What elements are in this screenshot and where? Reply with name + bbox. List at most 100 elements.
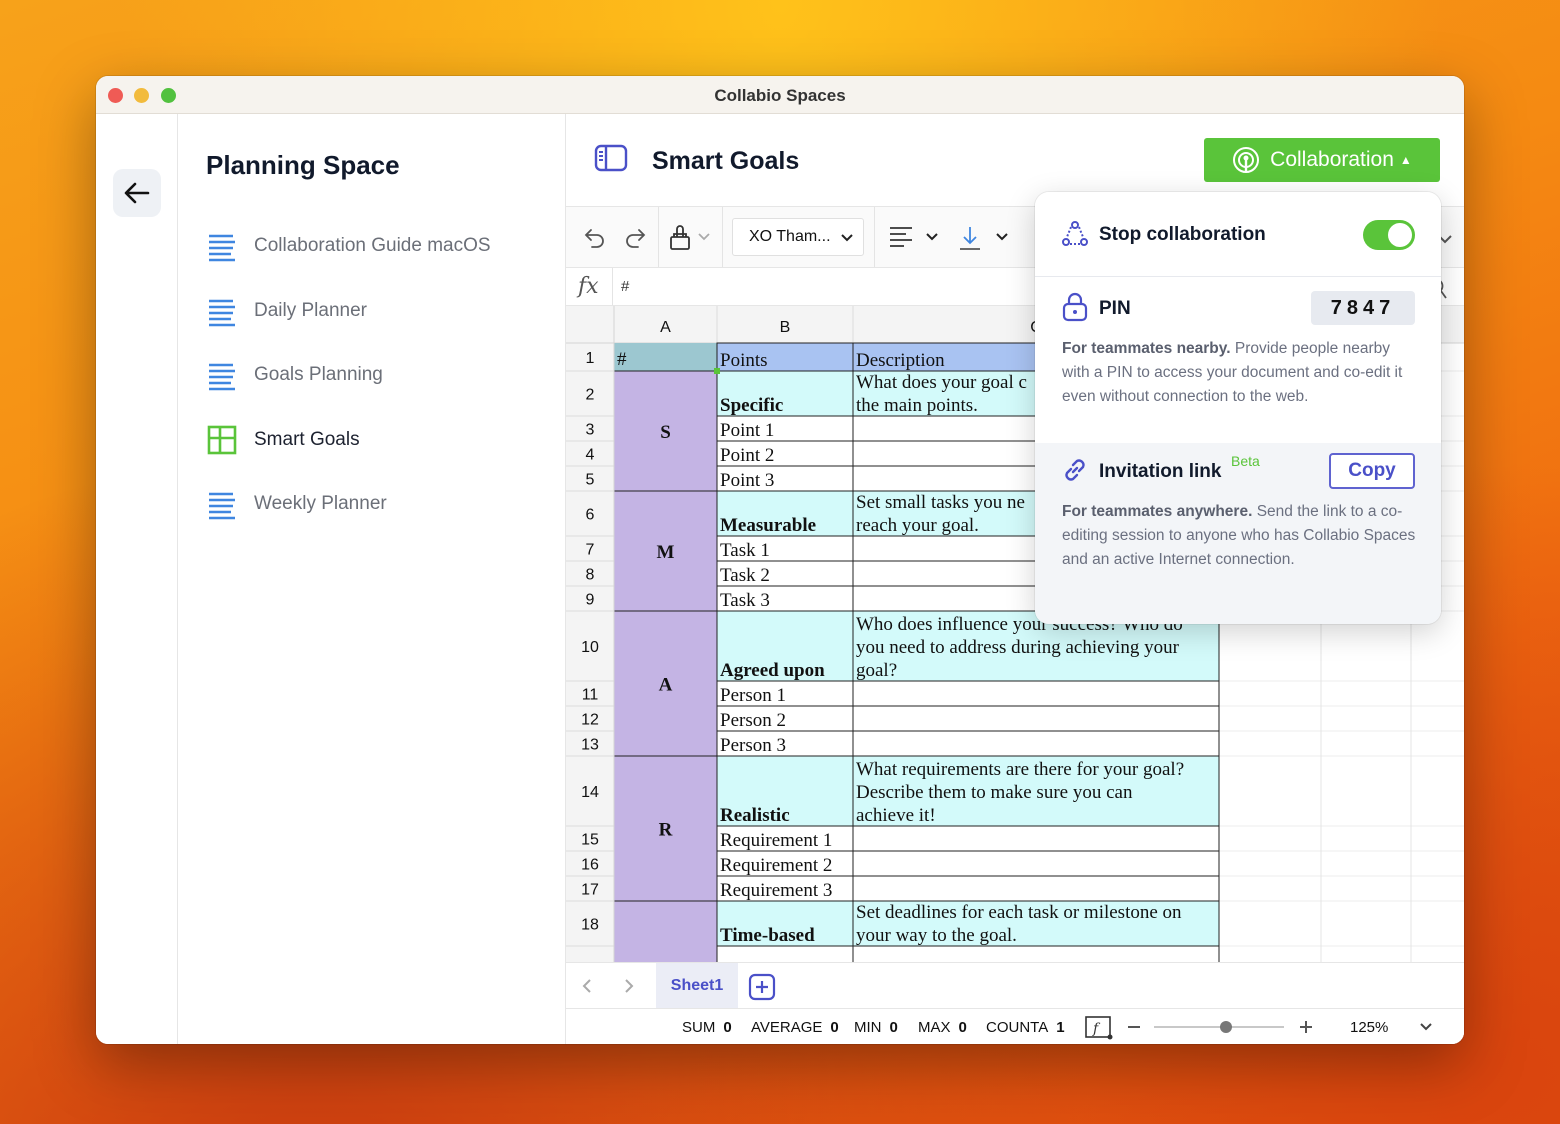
row-header-15: 15 bbox=[581, 832, 599, 849]
row-header-17: 17 bbox=[581, 882, 599, 899]
redo-icon[interactable] bbox=[624, 225, 648, 249]
sidebar-item-label: Collaboration Guide macOS bbox=[254, 235, 491, 256]
back-button[interactable] bbox=[113, 169, 161, 217]
sidebar-item-weekly-planner[interactable]: Weekly Planner bbox=[206, 486, 387, 522]
status-max: MAX 0 bbox=[918, 1019, 967, 1036]
sidebar-item-smart-goals[interactable]: Smart Goals bbox=[206, 422, 360, 458]
chevron-down-icon bbox=[841, 234, 853, 242]
row-header-2: 2 bbox=[586, 387, 595, 404]
cell-c6-text: Set small tasks you ne bbox=[856, 492, 1025, 513]
group-letter: S bbox=[660, 422, 671, 443]
font-select[interactable]: XO Tham... bbox=[732, 218, 864, 256]
cell-b11-text: Person 1 bbox=[720, 685, 786, 706]
svg-text:f: f bbox=[1092, 1021, 1101, 1037]
zoom-slider-knob[interactable] bbox=[1219, 1021, 1232, 1033]
chevron-left-icon[interactable] bbox=[582, 978, 592, 994]
row-header-14: 14 bbox=[581, 784, 599, 801]
stop-collaboration-toggle[interactable] bbox=[1363, 220, 1415, 250]
cell-c6-text: reach your goal. bbox=[856, 515, 979, 536]
cell-b1-text: Points bbox=[720, 350, 768, 371]
row-header-1: 1 bbox=[586, 350, 595, 367]
sidebar-item-collaboration-guide[interactable]: Collaboration Guide macOS bbox=[206, 228, 491, 264]
group-cell[interactable] bbox=[613, 900, 718, 964]
chevron-down-icon[interactable] bbox=[996, 233, 1008, 241]
undo-icon[interactable] bbox=[582, 225, 606, 249]
cell-c14-text: Describe them to make sure you can bbox=[856, 782, 1133, 803]
chevron-down-icon[interactable] bbox=[698, 233, 710, 241]
cell-c2-text: the main points. bbox=[856, 395, 978, 416]
stop-collaboration-title: Stop collaboration bbox=[1099, 224, 1266, 245]
cell-c18-text: Set deadlines for each task or milestone… bbox=[856, 902, 1182, 923]
pin-code: 7847 bbox=[1311, 291, 1415, 325]
formula-toggle-icon[interactable]: f bbox=[1084, 1015, 1114, 1041]
row-header-18: 18 bbox=[581, 917, 599, 934]
cell-c10-text: goal? bbox=[856, 660, 897, 681]
chevron-down-icon[interactable] bbox=[1420, 1023, 1432, 1031]
cell-b13-text: Person 3 bbox=[720, 735, 786, 756]
zoom-level[interactable]: 125% bbox=[1350, 1019, 1388, 1036]
align-left-icon[interactable] bbox=[888, 225, 914, 247]
collaboration-popover: Stop collaboration PIN 7847 For teammate… bbox=[1035, 192, 1441, 624]
sheet-tab-bar: Sheet1 bbox=[566, 962, 1464, 1009]
group-letter: M bbox=[657, 542, 675, 563]
cell-c14-text: What requirements are there for your goa… bbox=[856, 759, 1184, 780]
cell-c10-text: you need to address during achieving you… bbox=[856, 637, 1180, 658]
sheet-tab-sheet1[interactable]: Sheet1 bbox=[656, 963, 738, 1009]
cell-a1[interactable] bbox=[614, 343, 717, 371]
invitation-link-title: Invitation link bbox=[1099, 461, 1222, 482]
zoom-in-icon[interactable] bbox=[1300, 1021, 1312, 1033]
left-rail bbox=[96, 114, 178, 1044]
cell-b6-text: Measurable bbox=[720, 515, 816, 536]
status-min: MIN 0 bbox=[854, 1019, 898, 1036]
lock-open-icon bbox=[1062, 292, 1088, 322]
pin-title: PIN bbox=[1099, 298, 1131, 319]
cell-c18-text: your way to the goal. bbox=[856, 925, 1017, 946]
beta-badge: Beta bbox=[1231, 453, 1260, 469]
zoom-slider[interactable] bbox=[1154, 1021, 1284, 1033]
collaboration-label: Collaboration bbox=[1270, 148, 1394, 171]
copy-link-button[interactable]: Copy bbox=[1329, 453, 1415, 489]
chevron-down-icon[interactable] bbox=[926, 233, 938, 241]
sidebar-item-daily-planner[interactable]: Daily Planner bbox=[206, 293, 367, 329]
selection-handle[interactable] bbox=[714, 368, 720, 374]
zoom-out-icon[interactable] bbox=[1128, 1025, 1140, 1029]
cell-b4-text: Point 2 bbox=[720, 445, 774, 466]
chevron-right-icon[interactable] bbox=[624, 978, 634, 994]
toggle-sidebar-icon[interactable] bbox=[594, 144, 628, 172]
cell-c2-text: What does your goal c bbox=[856, 372, 1027, 393]
cell-b10-text: Agreed upon bbox=[720, 660, 825, 681]
add-sheet-icon[interactable] bbox=[748, 973, 776, 1001]
document-lines-icon bbox=[209, 492, 235, 520]
format-painter-icon[interactable] bbox=[668, 225, 692, 251]
row-header-10: 10 bbox=[581, 639, 599, 656]
status-bar: SUM 0 AVERAGE 0 MIN 0 MAX 0 COUNTA 1 f 125% bbox=[566, 1008, 1464, 1044]
font-name: XO Tham... bbox=[749, 228, 831, 245]
sidebar-item-label: Weekly Planner bbox=[254, 493, 387, 514]
collaboration-button[interactable]: Collaboration ▲ bbox=[1204, 138, 1440, 182]
sidebar-item-label: Daily Planner bbox=[254, 300, 367, 321]
sidebar-item-goals-planning[interactable]: Goals Planning bbox=[206, 357, 383, 393]
row-header-13: 13 bbox=[581, 737, 599, 754]
document-lines-icon bbox=[209, 299, 235, 327]
cell-a1-text: # bbox=[617, 349, 627, 370]
column-header-b: B bbox=[780, 319, 791, 336]
row-header-11: 11 bbox=[582, 687, 599, 704]
cell-b18-text: Time-based bbox=[720, 925, 815, 946]
formula-input[interactable]: # bbox=[621, 278, 629, 295]
row-header-3: 3 bbox=[586, 422, 595, 439]
sidebar-item-label: Goals Planning bbox=[254, 364, 383, 385]
row-header-5: 5 bbox=[586, 472, 595, 489]
status-counta: COUNTA 1 bbox=[986, 1019, 1065, 1036]
cell-b9-text: Task 3 bbox=[720, 590, 770, 611]
cell-b8-text: Task 2 bbox=[720, 565, 770, 586]
cell-b5-text: Point 3 bbox=[720, 470, 774, 491]
vertical-align-bottom-icon[interactable] bbox=[958, 225, 982, 251]
column-header-a: A bbox=[660, 319, 671, 336]
function-icon[interactable]: fx bbox=[578, 274, 599, 299]
cell-b14-text: Realistic bbox=[720, 805, 790, 826]
cell-b17-text: Requirement 3 bbox=[720, 880, 832, 901]
cell-b12-text: Person 2 bbox=[720, 710, 786, 731]
row-header-16: 16 bbox=[581, 857, 599, 874]
row-header-8: 8 bbox=[586, 567, 595, 584]
broadcast-icon bbox=[1233, 147, 1260, 173]
